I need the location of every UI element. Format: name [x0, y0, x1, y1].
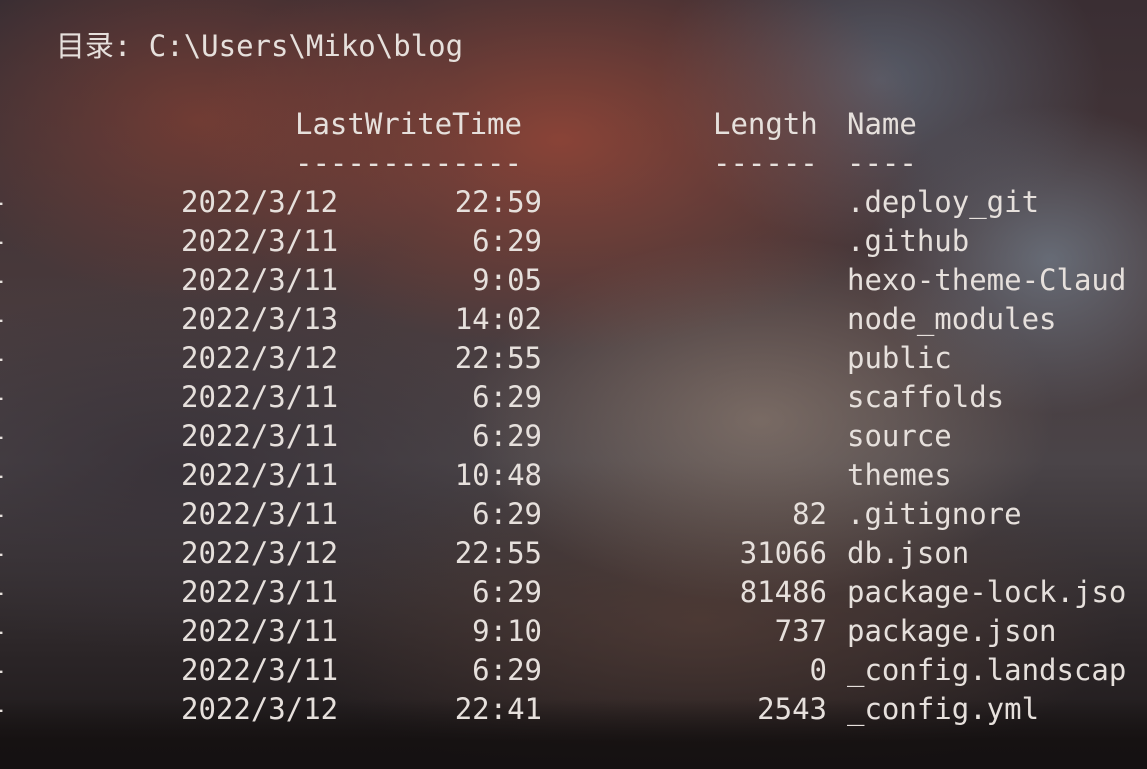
header-name: Name	[847, 107, 917, 141]
row-date: 2022/3/12	[181, 536, 339, 570]
column-headers: LastWriteTime Length Name	[0, 105, 1147, 144]
row-time: 6:29	[472, 224, 542, 258]
row-name: _config.landscap	[847, 653, 1127, 687]
row-mode: -	[0, 339, 7, 378]
row-time: 22:55	[454, 341, 542, 375]
row-time: 10:48	[454, 458, 542, 492]
underline-length: ------	[713, 146, 818, 180]
row-length: 81486	[739, 575, 827, 609]
file-row: - 2022/3/11 6:29 .github	[0, 222, 1147, 261]
file-row: - 2022/3/13 14:02 node_modules	[0, 300, 1147, 339]
row-date: 2022/3/11	[181, 653, 339, 687]
row-length: 2543	[757, 692, 827, 726]
row-mode: -	[0, 300, 7, 339]
row-mode: -	[0, 573, 7, 612]
file-row: - 2022/3/11 6:29 82 .gitignore	[0, 495, 1147, 534]
row-date: 2022/3/11	[181, 497, 339, 531]
file-row: - 2022/3/11 10:48 themes	[0, 456, 1147, 495]
row-mode: -	[0, 183, 7, 222]
row-date: 2022/3/11	[181, 419, 339, 453]
row-mode: -	[0, 261, 7, 300]
row-name: _config.yml	[847, 692, 1040, 726]
row-date: 2022/3/11	[181, 614, 339, 648]
file-row: - 2022/3/11 9:10 737 package.json	[0, 612, 1147, 651]
underline-name: ----	[847, 146, 917, 180]
row-name: .deploy_git	[847, 185, 1040, 219]
row-mode: -	[0, 222, 7, 261]
row-time: 9:05	[472, 263, 542, 297]
terminal-output[interactable]: 目录: C:\Users\Miko\blog LastWriteTime Len…	[0, 0, 1147, 769]
file-row: - 2022/3/12 22:41 2543 _config.yml	[0, 690, 1147, 729]
row-mode: -	[0, 651, 7, 690]
row-time: 14:02	[454, 302, 542, 336]
row-name: db.json	[847, 536, 970, 570]
row-name: package.json	[847, 614, 1057, 648]
row-date: 2022/3/11	[181, 380, 339, 414]
file-row: - 2022/3/11 6:29 scaffolds	[0, 378, 1147, 417]
row-length: 82	[792, 497, 827, 531]
row-time: 22:59	[454, 185, 542, 219]
row-time: 6:29	[472, 497, 542, 531]
row-mode: -	[0, 495, 7, 534]
row-length: 737	[774, 614, 827, 648]
file-row: - 2022/3/11 6:29 source	[0, 417, 1147, 456]
file-row: - 2022/3/12 22:55 31066 db.json	[0, 534, 1147, 573]
row-time: 22:55	[454, 536, 542, 570]
row-date: 2022/3/11	[181, 575, 339, 609]
file-row: - 2022/3/12 22:59 .deploy_git	[0, 183, 1147, 222]
row-name: scaffolds	[847, 380, 1005, 414]
row-date: 2022/3/11	[181, 458, 339, 492]
row-time: 22:41	[454, 692, 542, 726]
header-lastwritetime: LastWriteTime	[295, 107, 522, 141]
row-name: source	[847, 419, 952, 453]
row-mode: -	[0, 456, 7, 495]
row-mode: -	[0, 417, 7, 456]
row-length: 0	[809, 653, 827, 687]
row-time: 9:10	[472, 614, 542, 648]
row-mode: -	[0, 690, 7, 729]
row-name: node_modules	[847, 302, 1057, 336]
row-mode: -	[0, 612, 7, 651]
directory-line: 目录: C:\Users\Miko\blog	[0, 0, 463, 63]
row-date: 2022/3/11	[181, 224, 339, 258]
underline-lastwritetime: -------------	[295, 146, 522, 180]
directory-label: 目录:	[55, 29, 132, 63]
row-date: 2022/3/12	[181, 692, 339, 726]
row-name: .gitignore	[847, 497, 1022, 531]
row-date: 2022/3/11	[181, 263, 339, 297]
row-name: public	[847, 341, 952, 375]
row-date: 2022/3/12	[181, 185, 339, 219]
row-time: 6:29	[472, 380, 542, 414]
row-time: 6:29	[472, 419, 542, 453]
row-mode: -	[0, 534, 7, 573]
file-row: - 2022/3/11 6:29 81486 package-lock.jso	[0, 573, 1147, 612]
row-time: 6:29	[472, 575, 542, 609]
row-name: themes	[847, 458, 952, 492]
file-row: - 2022/3/11 9:05 hexo-theme-Claud	[0, 261, 1147, 300]
header-underlines: ------------- ------ ----	[0, 144, 1147, 183]
file-row: - 2022/3/12 22:55 public	[0, 339, 1147, 378]
row-date: 2022/3/13	[181, 302, 339, 336]
file-row: - 2022/3/11 6:29 0 _config.landscap	[0, 651, 1147, 690]
row-time: 6:29	[472, 653, 542, 687]
row-name: .github	[847, 224, 970, 258]
row-date: 2022/3/12	[181, 341, 339, 375]
directory-path: C:\Users\Miko\blog	[148, 29, 464, 63]
header-length: Length	[713, 107, 818, 141]
row-mode: -	[0, 378, 7, 417]
row-name: hexo-theme-Claud	[847, 263, 1127, 297]
row-name: package-lock.jso	[847, 575, 1127, 609]
row-length: 31066	[739, 536, 827, 570]
